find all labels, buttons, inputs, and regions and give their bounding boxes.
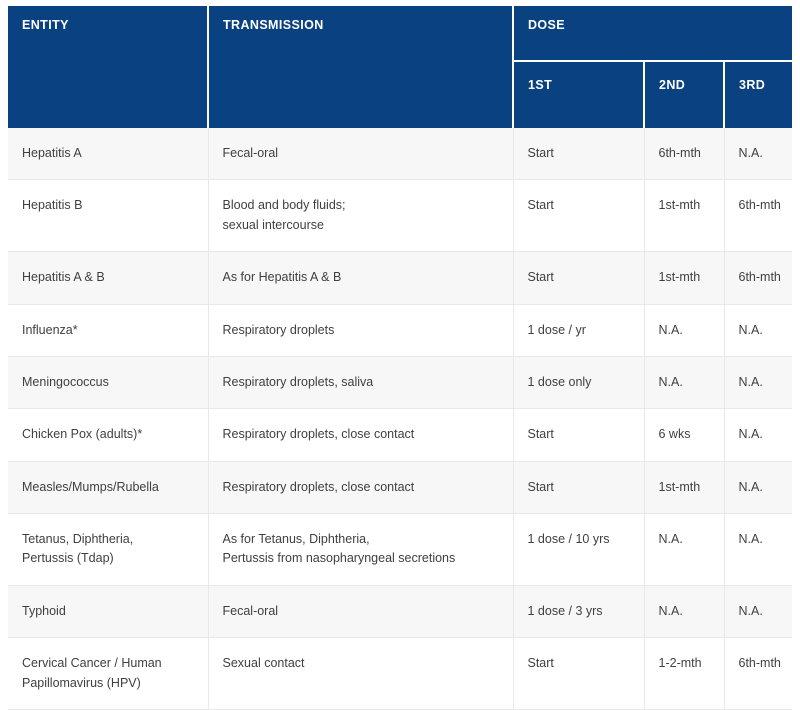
column-header-dose-1st: 1ST (513, 61, 644, 128)
cell-dose-2nd: N.A. (644, 514, 724, 586)
column-header-entity: ENTITY (8, 6, 208, 128)
cell-dose-2nd: 6 wks (644, 409, 724, 461)
cell-entity: Hepatitis A (8, 128, 208, 180)
cell-dose-1st: Start (513, 409, 644, 461)
vaccination-schedule-table: ENTITY TRANSMISSION DOSE 1ST 2ND 3RD Hep… (8, 6, 792, 710)
cell-entity: Meningococcus (8, 356, 208, 408)
table-row: Tetanus, Diphtheria, Pertussis (Tdap)As … (8, 514, 792, 586)
table-row: MeningococcusRespiratory droplets, saliv… (8, 356, 792, 408)
cell-entity: Chicken Pox (adults)* (8, 409, 208, 461)
cell-entity: Tetanus, Diphtheria, Pertussis (Tdap) (8, 514, 208, 586)
cell-dose-3rd: N.A. (724, 409, 792, 461)
header-row-primary: ENTITY TRANSMISSION DOSE (8, 6, 792, 61)
cell-transmission: As for Hepatitis A & B (208, 252, 513, 304)
cell-dose-3rd: N.A. (724, 304, 792, 356)
cell-dose-1st: Start (513, 461, 644, 513)
cell-dose-1st: 1 dose / 10 yrs (513, 514, 644, 586)
cell-dose-2nd: 1st-mth (644, 180, 724, 252)
table-row: Cervical Cancer / Human Papillomavirus (… (8, 638, 792, 710)
cell-dose-2nd: N.A. (644, 304, 724, 356)
cell-transmission: Respiratory droplets, saliva (208, 356, 513, 408)
cell-dose-3rd: N.A. (724, 585, 792, 637)
table-row: Hepatitis A & BAs for Hepatitis A & BSta… (8, 252, 792, 304)
cell-dose-3rd: 6th-mth (724, 638, 792, 710)
cell-transmission: Respiratory droplets, close contact (208, 409, 513, 461)
cell-entity: Cervical Cancer / Human Papillomavirus (… (8, 638, 208, 710)
cell-dose-2nd: 1st-mth (644, 252, 724, 304)
table-row: TyphoidFecal-oral1 dose / 3 yrsN.A.N.A. (8, 585, 792, 637)
cell-dose-3rd: N.A. (724, 356, 792, 408)
column-header-dose-3rd: 3RD (724, 61, 792, 128)
table-row: Measles/Mumps/RubellaRespiratory droplet… (8, 461, 792, 513)
table-row: Hepatitis BBlood and body fluids; sexual… (8, 180, 792, 252)
cell-dose-3rd: N.A. (724, 461, 792, 513)
cell-entity: Measles/Mumps/Rubella (8, 461, 208, 513)
cell-entity: Typhoid (8, 585, 208, 637)
cell-dose-3rd: 6th-mth (724, 180, 792, 252)
cell-entity: Hepatitis A & B (8, 252, 208, 304)
cell-dose-2nd: N.A. (644, 356, 724, 408)
column-header-dose-group: DOSE (513, 6, 792, 61)
cell-transmission: Fecal-oral (208, 128, 513, 180)
table-row: Chicken Pox (adults)*Respiratory droplet… (8, 409, 792, 461)
cell-dose-1st: Start (513, 252, 644, 304)
cell-dose-1st: 1 dose only (513, 356, 644, 408)
cell-dose-2nd: 1-2-mth (644, 638, 724, 710)
cell-dose-2nd: 6th-mth (644, 128, 724, 180)
cell-transmission: Sexual contact (208, 638, 513, 710)
cell-dose-1st: Start (513, 128, 644, 180)
cell-transmission: Fecal-oral (208, 585, 513, 637)
cell-transmission: As for Tetanus, Diphtheria, Pertussis fr… (208, 514, 513, 586)
cell-entity: Influenza* (8, 304, 208, 356)
vaccination-schedule-table-container: ENTITY TRANSMISSION DOSE 1ST 2ND 3RD Hep… (8, 6, 792, 710)
column-header-dose-2nd: 2ND (644, 61, 724, 128)
table-row: Influenza*Respiratory droplets1 dose / y… (8, 304, 792, 356)
table-header: ENTITY TRANSMISSION DOSE 1ST 2ND 3RD (8, 6, 792, 128)
cell-dose-3rd: 6th-mth (724, 252, 792, 304)
cell-dose-2nd: N.A. (644, 585, 724, 637)
cell-dose-1st: 1 dose / yr (513, 304, 644, 356)
cell-transmission: Blood and body fluids; sexual intercours… (208, 180, 513, 252)
table-row: Hepatitis AFecal-oralStart6th-mthN.A. (8, 128, 792, 180)
cell-transmission: Respiratory droplets (208, 304, 513, 356)
cell-dose-1st: 1 dose / 3 yrs (513, 585, 644, 637)
table-body: Hepatitis AFecal-oralStart6th-mthN.A.Hep… (8, 128, 792, 709)
cell-dose-3rd: N.A. (724, 128, 792, 180)
cell-dose-3rd: N.A. (724, 514, 792, 586)
cell-dose-1st: Start (513, 180, 644, 252)
cell-dose-1st: Start (513, 638, 644, 710)
cell-entity: Hepatitis B (8, 180, 208, 252)
column-header-transmission: TRANSMISSION (208, 6, 513, 128)
cell-transmission: Respiratory droplets, close contact (208, 461, 513, 513)
cell-dose-2nd: 1st-mth (644, 461, 724, 513)
